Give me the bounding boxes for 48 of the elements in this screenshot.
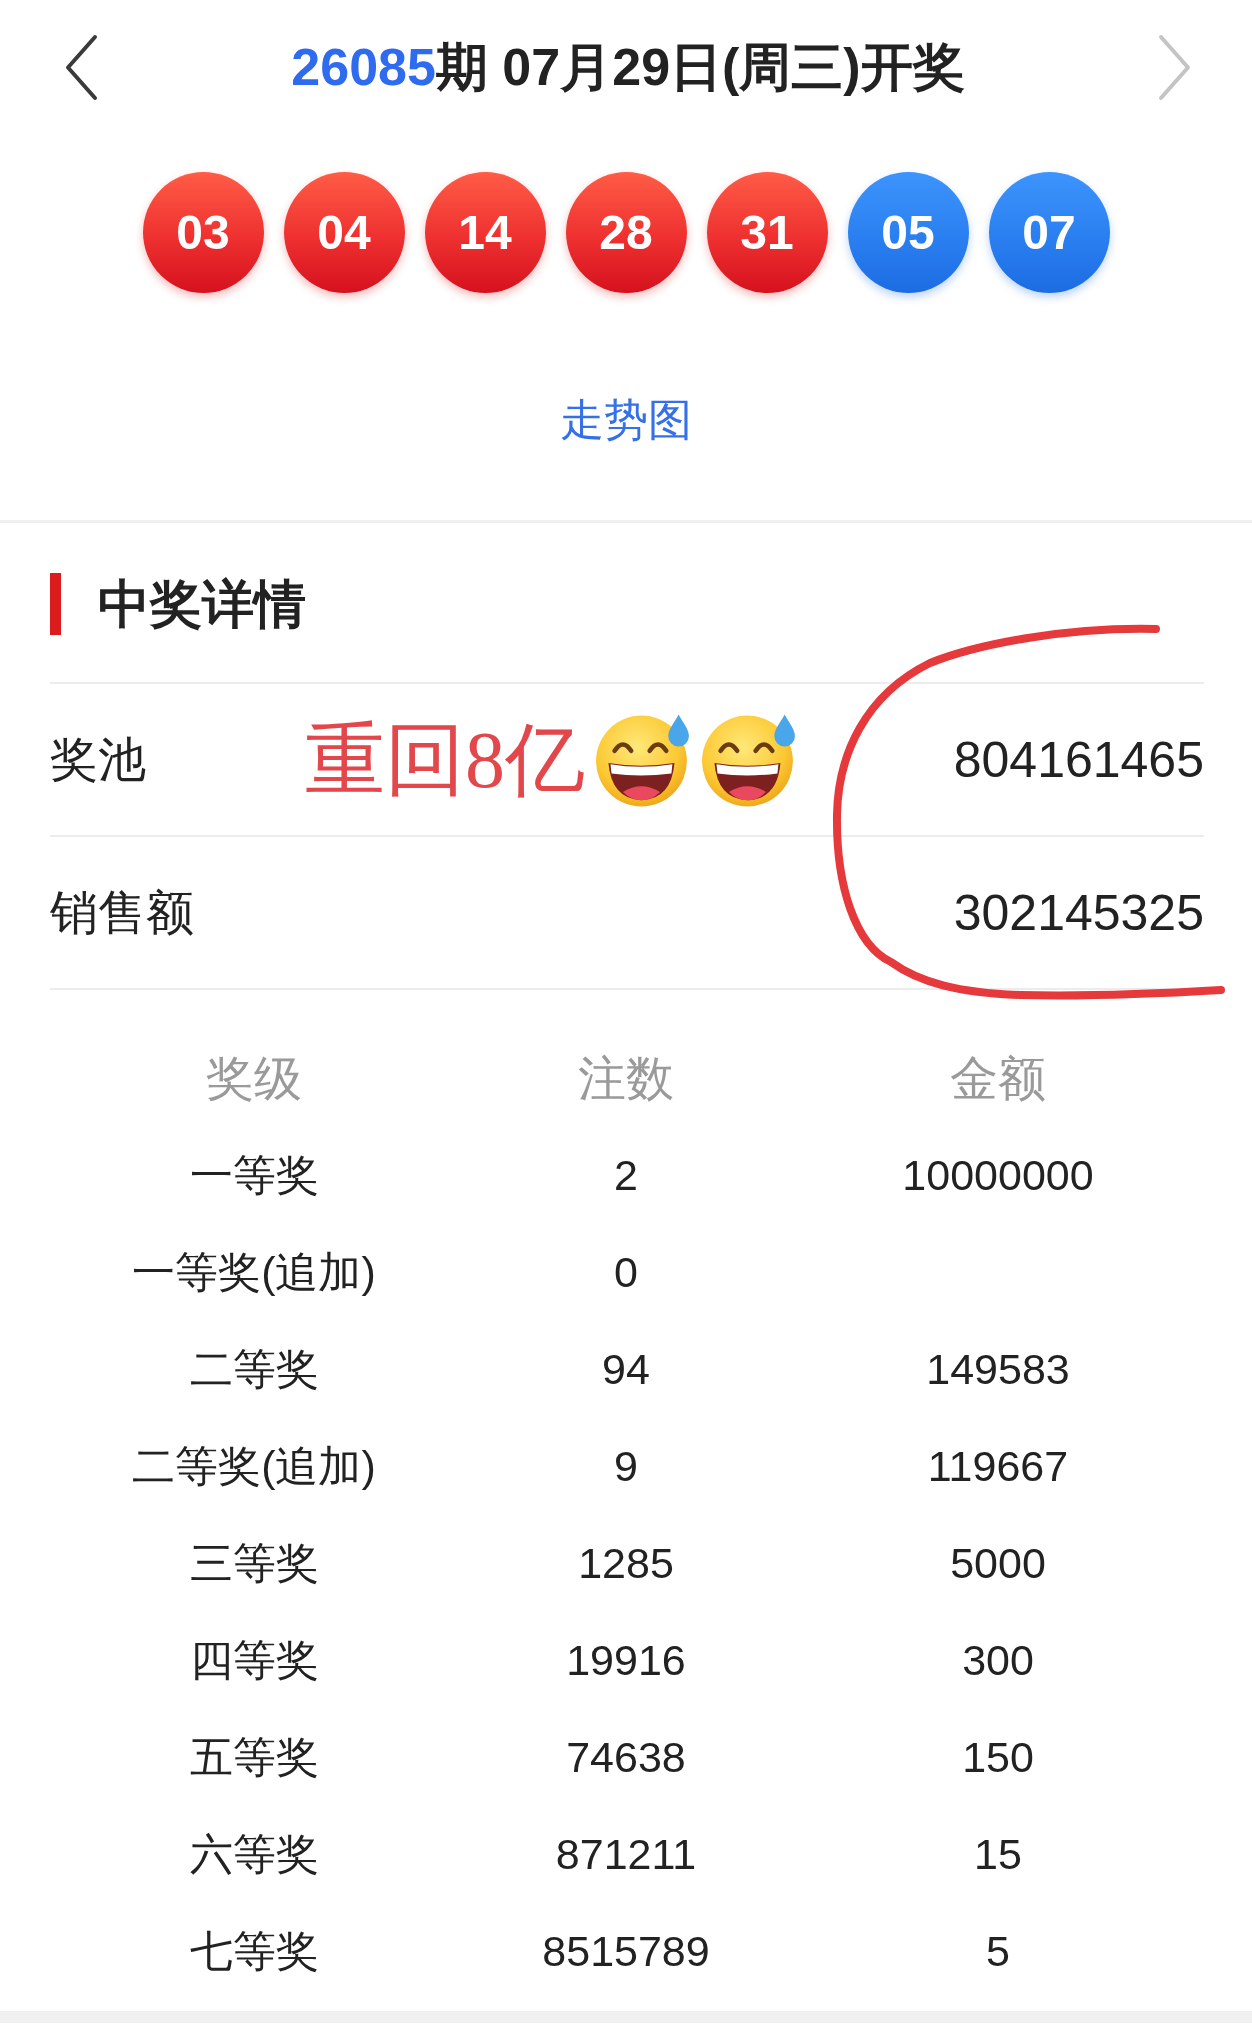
column-header: 金额 (950, 1050, 1046, 1107)
summary-label: 销售额 (50, 884, 195, 941)
table-cell: 1285 (578, 1539, 674, 1588)
accent-bar-icon (50, 573, 61, 635)
table-cell: 300 (962, 1636, 1034, 1685)
table-cell: 150 (962, 1733, 1034, 1782)
table-cell: 149583 (926, 1345, 1070, 1394)
table-cell: 15 (974, 1830, 1022, 1879)
table-cell-text: 一等奖(追加) (132, 1246, 376, 1298)
table-cell: 5 (986, 1927, 1010, 1976)
table-cell: 19916 (566, 1636, 686, 1685)
back-number-ball: 05 (847, 172, 969, 293)
chevron-right-icon (1158, 33, 1192, 101)
front-number-ball: 14 (424, 172, 546, 293)
summary-value: 302145325 (953, 883, 1204, 943)
table-cell-text: 一等奖 (189, 1149, 319, 1201)
table-cell: 8515789 (542, 1927, 710, 1976)
front-number-ball: 28 (565, 172, 687, 293)
table-cell-text: 二等奖(追加) (132, 1440, 376, 1492)
summary-value: 804161465 (953, 730, 1204, 790)
table-cell: 10000000 (902, 1151, 1094, 1200)
table-cell: 74638 (566, 1733, 686, 1782)
handwritten-note: 重回8亿 (305, 714, 585, 806)
table-cell-text: 三等奖 (189, 1537, 319, 1589)
table-cell: 119667 (927, 1442, 1069, 1491)
table-cell-text: 六等奖 (189, 1828, 319, 1880)
table-cell-text: 五等奖 (189, 1731, 319, 1783)
front-number-ball: 03 (142, 172, 264, 293)
front-number-ball: 31 (706, 172, 828, 293)
table-cell-text: 七等奖 (189, 1925, 319, 1977)
section-heading: 中奖详情 (98, 574, 306, 635)
draw-title: 26085期 07月29日(周三)开奖 (291, 37, 965, 98)
table-cell-text: 四等奖 (189, 1634, 319, 1686)
chevron-left-icon (64, 33, 98, 101)
table-cell: 0 (614, 1248, 638, 1297)
table-cell: 5000 (950, 1539, 1046, 1588)
table-cell: 871211 (555, 1830, 697, 1879)
trend-chart-link[interactable]: 走势图 (560, 390, 692, 450)
table-cell-text: 二等奖 (189, 1343, 319, 1395)
summary-label: 奖池 (50, 731, 147, 788)
back-number-ball: 07 (988, 172, 1110, 293)
table-cell: 9 (614, 1442, 638, 1491)
column-header: 注数 (578, 1050, 674, 1107)
table-cell: 2 (614, 1151, 638, 1200)
column-header: 奖级 (206, 1050, 302, 1107)
back-button[interactable] (64, 33, 98, 101)
table-cell: 94 (602, 1345, 650, 1394)
front-number-ball: 04 (283, 172, 405, 293)
